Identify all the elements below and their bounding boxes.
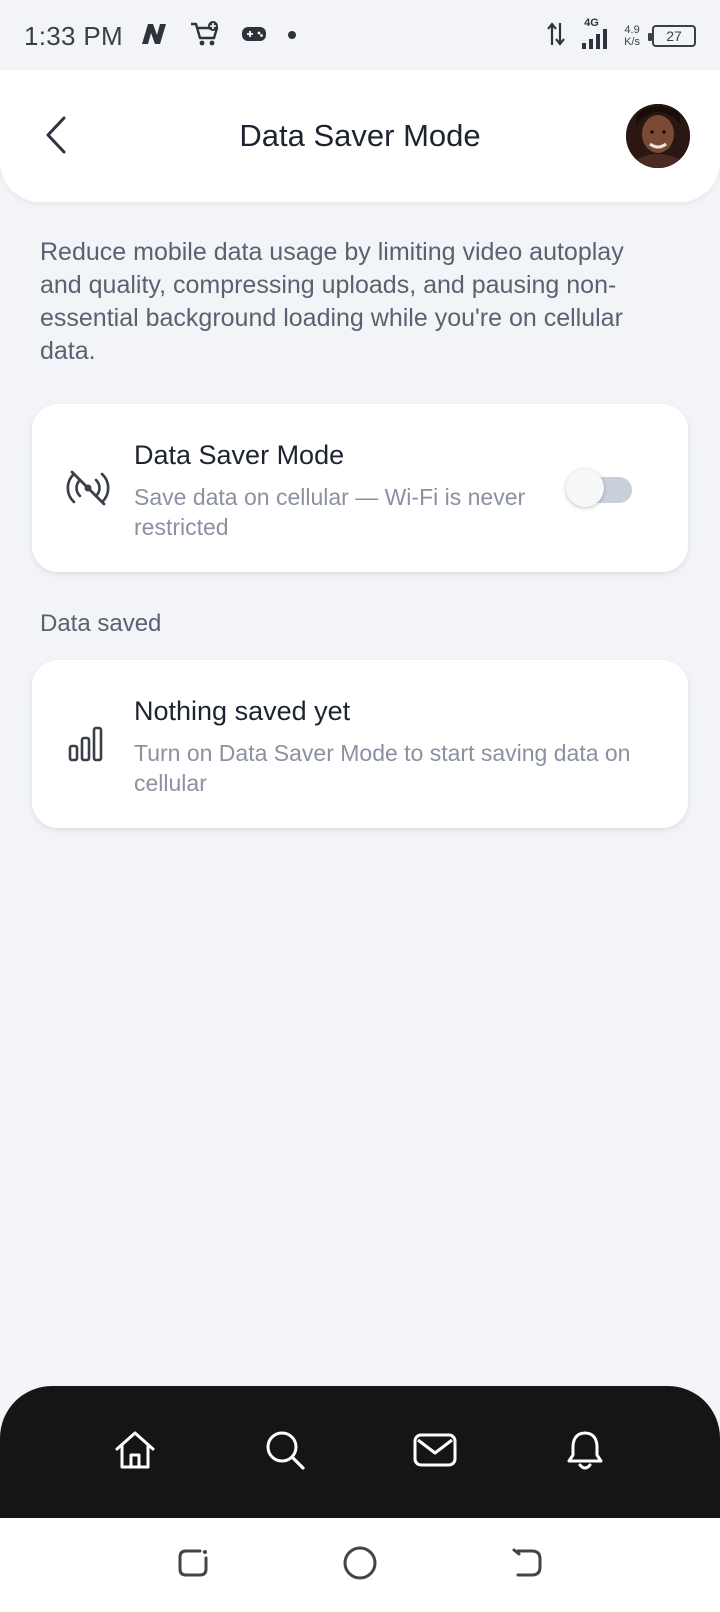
system-navigation-bar <box>0 1518 720 1612</box>
home-button[interactable] <box>335 1540 385 1590</box>
bell-icon <box>565 1428 605 1477</box>
toggle-thumb <box>566 469 604 507</box>
recents-icon <box>176 1546 210 1585</box>
status-time: 1:33 PM <box>24 20 123 51</box>
app-n-icon <box>139 21 169 52</box>
bar-chart-icon <box>66 722 110 766</box>
nav-search[interactable] <box>255 1422 315 1482</box>
back-arrow-icon <box>510 1546 544 1585</box>
page-title: Data Saver Mode <box>239 118 481 153</box>
data-saved-title: Nothing saved yet <box>134 696 351 726</box>
data-saved-section-label: Data saved <box>40 610 162 637</box>
status-right: 4G 4.9 K/s 27 <box>546 17 696 52</box>
speed-value: 4.9 <box>624 24 640 36</box>
system-back-button[interactable] <box>502 1540 552 1590</box>
network-speed: 4.9 K/s <box>624 24 640 48</box>
nav-notifications[interactable] <box>555 1422 615 1482</box>
data-saved-card: Nothing saved yet Turn on Data Saver Mod… <box>32 660 688 828</box>
status-bar: 1:33 PM 4G 4.9 K/s 27 <box>0 0 720 72</box>
gamepad-icon <box>241 24 267 49</box>
nav-messages[interactable] <box>405 1422 465 1482</box>
data-saver-toggle[interactable] <box>566 469 634 507</box>
signal-icon: 4G <box>578 17 612 51</box>
mail-icon <box>412 1430 458 1475</box>
data-saver-subtitle: Save data on cellular — Wi-Fi is never r… <box>134 484 526 540</box>
data-saved-subtitle: Turn on Data Saver Mode to start saving … <box>134 740 631 796</box>
dot-icon <box>287 27 297 45</box>
search-icon <box>263 1428 307 1477</box>
wireless-off-icon <box>66 466 110 510</box>
battery-level: 27 <box>666 28 682 44</box>
data-arrows-icon <box>546 21 566 52</box>
page-description: Reduce mobile data usage by limiting vid… <box>40 238 624 365</box>
data-saver-setting-card[interactable]: Data Saver Mode Save data on cellular — … <box>32 404 688 572</box>
avatar[interactable] <box>626 104 690 168</box>
battery-icon: 27 <box>648 25 696 47</box>
app-header: Data Saver Mode <box>0 70 720 202</box>
notification-icons <box>139 20 297 53</box>
screen: 1:33 PM 4G 4.9 K/s 27 Data Saver Mode Re… <box>0 0 720 1612</box>
cart-icon <box>189 20 221 53</box>
bottom-navigation <box>0 1386 720 1518</box>
speed-unit: K/s <box>624 36 640 48</box>
nav-home[interactable] <box>105 1422 165 1482</box>
recents-button[interactable] <box>168 1540 218 1590</box>
home-circle-icon <box>342 1545 378 1586</box>
home-icon <box>113 1428 157 1477</box>
data-saver-title: Data Saver Mode <box>134 440 345 470</box>
